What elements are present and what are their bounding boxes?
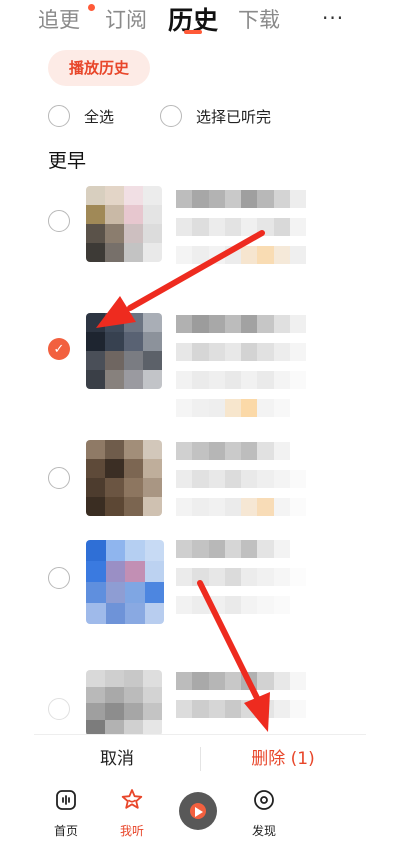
select-finished-label: 选择已听完 (196, 107, 272, 126)
item-text-blurred (176, 315, 306, 427)
item-select-radio[interactable] (48, 467, 70, 489)
item-select-radio[interactable] (48, 567, 70, 589)
tab-follow-badge (88, 4, 95, 11)
item-cover-image (86, 670, 162, 736)
item-text-blurred (176, 190, 306, 274)
tab-follow[interactable]: 追更 (38, 4, 80, 34)
cancel-button[interactable]: 取消 (34, 735, 200, 783)
delete-button[interactable]: 删除 (1) (200, 735, 366, 783)
nav-item-discover[interactable]: 发现 (236, 788, 292, 839)
home-icon (56, 790, 76, 810)
section-title-earlier: 更早 (48, 150, 87, 172)
tab-download[interactable]: 下载 (238, 4, 280, 34)
item-select-radio-checked[interactable]: ✓ (48, 338, 70, 360)
item-text-blurred (176, 442, 306, 526)
nav-label-home: 首页 (53, 824, 78, 838)
item-cover-image (86, 186, 162, 262)
nav-item-listen[interactable]: 我听 (104, 788, 160, 839)
item-select-radio[interactable] (48, 698, 70, 720)
select-finished-radio[interactable] (160, 105, 182, 127)
item-text-blurred (176, 540, 306, 624)
item-cover-image (86, 313, 162, 389)
item-text-blurred (176, 672, 306, 728)
select-all-radio[interactable] (48, 105, 70, 127)
history-item[interactable] (0, 180, 407, 290)
play-history-chip[interactable]: 播放历史 (48, 50, 150, 86)
bottom-navigation: 首页 我听 发现 (34, 782, 407, 849)
nav-label-listen: 我听 (119, 824, 144, 838)
item-cover-image (86, 540, 164, 624)
nav-label-discover: 发现 (251, 824, 276, 838)
item-cover-image (86, 440, 162, 516)
more-button[interactable]: ··· (322, 6, 344, 30)
item-select-radio[interactable] (48, 210, 70, 232)
tab-subscribe[interactable]: 订阅 (105, 4, 147, 34)
edit-action-bar: 取消 删除 (1) (34, 734, 366, 782)
tab-active-indicator (184, 30, 202, 34)
star-face-icon (121, 789, 143, 809)
play-icon (195, 807, 203, 817)
history-item[interactable] (0, 420, 407, 530)
select-all-option[interactable]: 全选 (48, 102, 114, 130)
discover-icon (254, 790, 274, 810)
nav-item-home[interactable]: 首页 (38, 788, 94, 839)
history-item[interactable] (0, 520, 407, 630)
select-all-label: 全选 (84, 107, 115, 126)
history-item[interactable]: ✓ (0, 295, 407, 417)
top-tab-bar: 追更 订阅 历史 下载 ··· (0, 0, 407, 40)
now-playing-disc[interactable] (179, 792, 217, 830)
select-finished-option[interactable]: 选择已听完 (160, 102, 271, 130)
